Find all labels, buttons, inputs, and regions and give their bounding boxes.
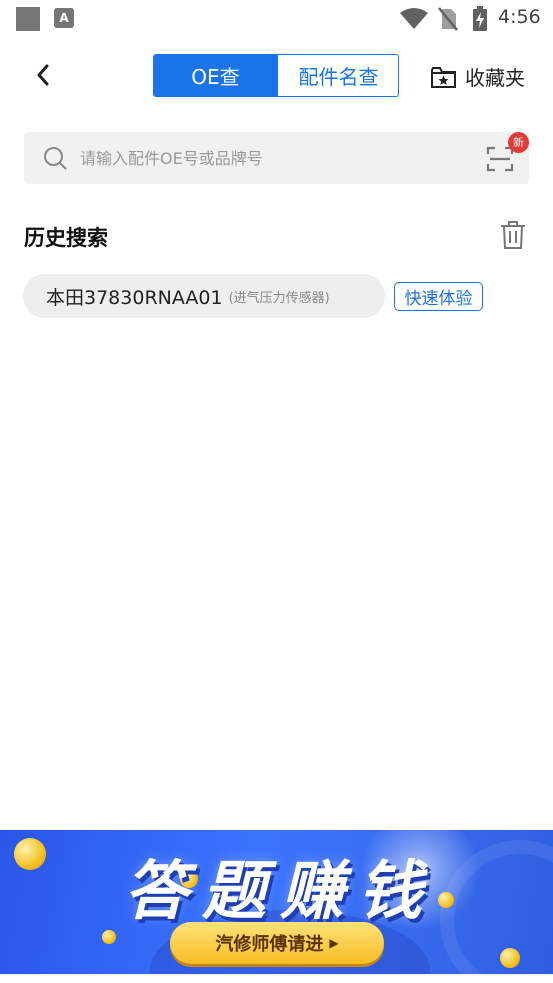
battery-charging-icon: [473, 6, 487, 31]
a-notification-icon: A: [54, 8, 74, 28]
star-folder-icon: [431, 66, 456, 88]
promo-banner[interactable]: 答题赚钱 汽修师傅请进 ▶: [0, 830, 553, 974]
back-button[interactable]: [28, 60, 58, 90]
scan-icon[interactable]: [486, 146, 514, 172]
chevron-left-icon: [37, 64, 49, 86]
history-item[interactable]: 本田37830RNAA01 (进气压力传感器): [23, 274, 385, 318]
coin-icon: [102, 930, 116, 944]
wifi-icon: [400, 8, 428, 29]
no-sim-icon: [438, 7, 458, 31]
coin-icon: [500, 948, 520, 968]
history-title: 历史搜索: [24, 226, 108, 250]
new-badge: 新: [508, 132, 529, 153]
search-bar: 新: [24, 132, 529, 184]
history-item-desc: (进气压力传感器): [228, 290, 330, 306]
search-icon: [44, 147, 67, 170]
tab-part-name-search[interactable]: 配件名查: [277, 55, 398, 96]
favorites-button[interactable]: 收藏夹: [430, 62, 525, 91]
clock-time: 4:56: [498, 6, 541, 28]
banner-title: 答题赚钱: [124, 855, 436, 929]
search-input[interactable]: [80, 132, 470, 184]
banner-enter-button[interactable]: 汽修师傅请进 ▶: [170, 922, 384, 964]
quick-experience-button[interactable]: 快速体验: [394, 282, 483, 311]
app-square-icon: [16, 7, 40, 31]
top-nav: OE查 配件名查 收藏夹: [0, 48, 553, 102]
trash-icon[interactable]: [499, 220, 527, 250]
banner-button-label: 汽修师傅请进: [215, 934, 324, 955]
search-mode-switch: OE查 配件名查: [153, 54, 399, 97]
play-arrow-icon: ▶: [329, 936, 339, 950]
favorites-label: 收藏夹: [465, 66, 525, 90]
status-bar: A 4:56: [0, 0, 553, 38]
tab-oe-search[interactable]: OE查: [154, 55, 277, 96]
history-item-part: 本田37830RNAA01: [46, 286, 223, 309]
coin-icon: [14, 838, 46, 870]
